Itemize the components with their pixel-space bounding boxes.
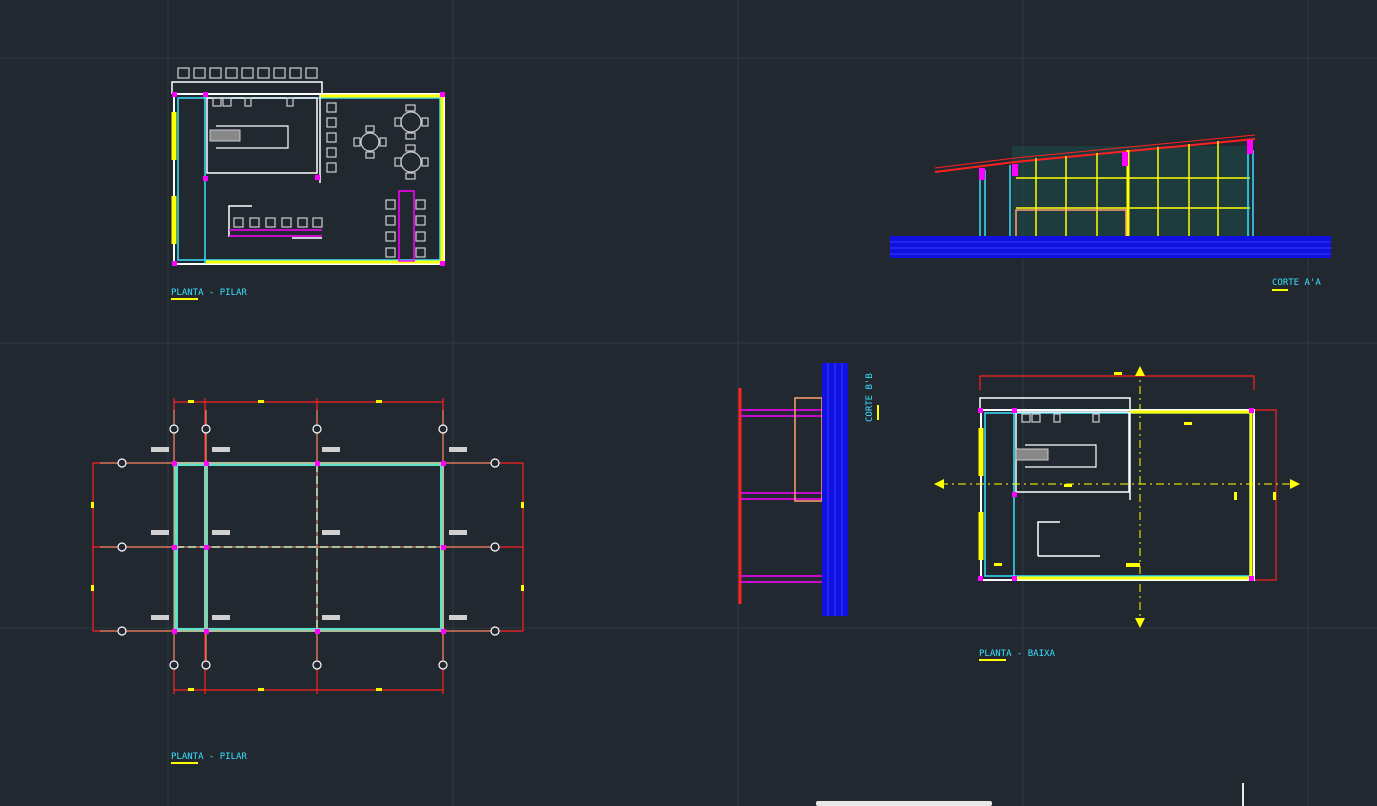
plan-top-left: PLANTA - PILAR xyxy=(171,67,445,300)
chair-row-top xyxy=(177,67,318,79)
horizontal-scrollbar[interactable] xyxy=(816,801,992,806)
round-table-group xyxy=(353,104,429,180)
planta-pilar-bottom-label: PLANTA - PILAR xyxy=(171,752,247,762)
corte-aa-label: CORTE A'A xyxy=(1272,278,1321,288)
corte-bb-label: CORTE B'B xyxy=(865,373,875,422)
section-bb: CORTE B'B xyxy=(738,363,879,616)
plan-pillar-grid: PLANTA - PILAR xyxy=(91,398,524,764)
planta-baixa-label: PLANTA - BAIXA xyxy=(979,649,1055,659)
plan-ground-floor: PLANTA - BAIXA xyxy=(934,366,1300,661)
crosshair-cursor xyxy=(1242,783,1244,806)
cad-drawing-canvas[interactable]: PLANTA - PILAR CORTE A'A PLANTA - PILAR … xyxy=(0,0,1377,806)
section-aa: CORTE A'A xyxy=(890,134,1331,291)
planta-pilar-top-label: PLANTA - PILAR xyxy=(171,288,247,298)
